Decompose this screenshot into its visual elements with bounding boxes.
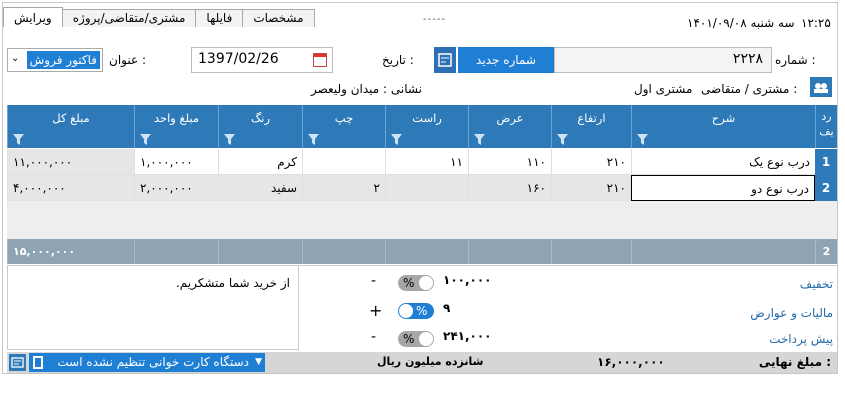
- prepay-minus-button[interactable]: -: [371, 329, 376, 345]
- header-separator: -----: [423, 14, 447, 25]
- discount-minus-button[interactable]: -: [371, 273, 376, 289]
- filter-icon[interactable]: [637, 134, 648, 145]
- customer-value: مشتری اول: [634, 82, 693, 96]
- discount-value[interactable]: ۱۰۰,۰۰۰: [443, 273, 535, 287]
- filter-icon[interactable]: [140, 134, 151, 145]
- cell-color[interactable]: کرم: [218, 149, 302, 175]
- footer-cell: [302, 239, 385, 264]
- cell-right[interactable]: [385, 175, 468, 201]
- discount-label: تخفیف: [799, 277, 833, 291]
- customer-label: مشتری / متقاضی :: [701, 82, 798, 96]
- row-number[interactable]: 1: [815, 149, 837, 175]
- cell-height[interactable]: ۲۱۰: [551, 149, 631, 175]
- filter-icon[interactable]: [224, 134, 235, 145]
- card-reader-icon: [33, 356, 43, 369]
- table-row[interactable]: ۴,۰۰۰,۰۰۰ ۲,۰۰۰,۰۰۰ سفید ۲ ۱۶۰ ۲۱۰ درب ن…: [7, 175, 837, 201]
- cell-unit-price[interactable]: ۲,۰۰۰,۰۰۰: [134, 175, 218, 201]
- settings-icon[interactable]: [9, 354, 26, 371]
- date-field[interactable]: 1397/02/26: [191, 47, 333, 73]
- header-date: سه شنبه ۱۴۰۱/۰۹/۰۸: [687, 16, 795, 30]
- discount-percent-toggle[interactable]: %: [398, 275, 434, 291]
- title-label: عنوان :: [109, 53, 146, 67]
- col-description-header[interactable]: شرح: [631, 105, 815, 148]
- cell-total[interactable]: ۴,۰۰۰,۰۰۰: [7, 175, 134, 201]
- filter-icon[interactable]: [308, 134, 319, 145]
- prepay-label: پیش پرداخت: [769, 332, 833, 346]
- cell-left[interactable]: ۲: [302, 175, 385, 201]
- cell-width[interactable]: ۱۱۰: [468, 149, 551, 175]
- note-text: از خرید شما متشکریم.: [175, 276, 290, 290]
- filter-icon[interactable]: [13, 134, 24, 145]
- col-total-header[interactable]: مبلغ کل: [7, 105, 134, 148]
- tab-strip: ویرایش مشتری/متقاضی/پروژه فایلها مشخصات: [3, 7, 315, 27]
- cell-description[interactable]: درب نوع یک: [631, 149, 815, 175]
- col-color-header[interactable]: رنگ: [218, 105, 302, 148]
- tax-value[interactable]: ۹: [443, 301, 535, 315]
- grid-footer-row: ۱۵,۰۰۰,۰۰۰ 2: [7, 239, 837, 264]
- tax-percent-toggle[interactable]: %: [398, 303, 434, 319]
- title-select[interactable]: فاکتور فروش ⌄: [7, 48, 103, 72]
- cell-total[interactable]: ۱۱,۰۰۰,۰۰۰: [7, 149, 134, 175]
- col-left-header[interactable]: چپ: [302, 105, 385, 148]
- footer-cell: [385, 239, 468, 264]
- number-value: ۲۲۲۸: [732, 51, 763, 67]
- number-field[interactable]: ۲۲۲۸: [554, 47, 772, 73]
- cell-description-active[interactable]: درب نوع دو: [631, 175, 815, 201]
- col-row-number-header: رد یف: [815, 105, 837, 148]
- row-number[interactable]: 2: [815, 175, 837, 201]
- cell-height[interactable]: ۲۱۰: [551, 175, 631, 201]
- tax-label: مالیات و عوارض: [750, 306, 833, 320]
- cell-width[interactable]: ۱۶۰: [468, 175, 551, 201]
- items-grid-header: مبلغ کل مبلغ واحد رنگ چپ راست عرض ارتفاع…: [7, 105, 837, 148]
- col-unit-price-header[interactable]: مبلغ واحد: [134, 105, 218, 148]
- cell-right[interactable]: ۱۱: [385, 149, 468, 175]
- cell-color[interactable]: سفید: [218, 175, 302, 201]
- date-value: 1397/02/26: [198, 51, 279, 67]
- card-reader-status: دستگاه کارت خوانی تنظیم نشده است: [57, 355, 249, 369]
- tab-details[interactable]: مشخصات: [242, 9, 315, 27]
- grid-empty-area: [7, 201, 837, 239]
- filter-icon[interactable]: [557, 134, 568, 145]
- col-width-header[interactable]: عرض: [468, 105, 551, 148]
- tab-edit[interactable]: ویرایش: [3, 7, 63, 27]
- table-row[interactable]: ۱۱,۰۰۰,۰۰۰ ۱,۰۰۰,۰۰۰ کرم ۱۱ ۱۱۰ ۲۱۰ درب …: [7, 149, 837, 175]
- chevron-down-icon: ⌄: [11, 53, 20, 64]
- date-label: تاریخ :: [382, 53, 414, 67]
- prepay-percent-toggle[interactable]: %: [398, 331, 434, 347]
- footer-cell: [631, 239, 815, 264]
- new-number-button[interactable]: شماره جدید: [458, 47, 554, 73]
- note-textarea[interactable]: از خرید شما متشکریم.: [7, 265, 299, 350]
- col-height-header[interactable]: ارتفاع: [551, 105, 631, 148]
- footer-row-count: 2: [815, 239, 837, 264]
- customer-lookup-icon[interactable]: [810, 77, 832, 97]
- footer-cell: [551, 239, 631, 264]
- number-label: شماره :: [775, 53, 816, 67]
- calendar-icon[interactable]: [313, 53, 327, 67]
- final-amount-words: شانزده میلیون ریال: [377, 355, 484, 368]
- header-time: ۱۲:۲۵: [801, 16, 831, 30]
- calculator-icon[interactable]: [434, 47, 456, 73]
- col-right-header[interactable]: راست: [385, 105, 468, 148]
- cell-unit-price[interactable]: ۱,۰۰۰,۰۰۰: [134, 149, 218, 175]
- title-selected-value: فاکتور فروش: [26, 51, 100, 69]
- filter-icon[interactable]: [391, 134, 402, 145]
- invoice-window: ویرایش مشتری/متقاضی/پروژه فایلها مشخصات …: [2, 2, 838, 374]
- footer-cell: [218, 239, 302, 264]
- chevron-down-icon: ▼: [255, 357, 262, 367]
- prepay-value[interactable]: ۲۴۱,۰۰۰: [443, 329, 535, 343]
- address-label: نشانی : میدان ولیعصر: [311, 82, 422, 96]
- filter-icon[interactable]: [474, 134, 485, 145]
- status-bar: مبلغ نهایی : ۱۶,۰۰۰,۰۰۰ شانزده میلیون ری…: [7, 352, 837, 373]
- tax-plus-button[interactable]: +: [369, 301, 382, 320]
- final-amount-label: مبلغ نهایی :: [758, 355, 831, 369]
- footer-total: ۱۵,۰۰۰,۰۰۰: [7, 239, 134, 264]
- footer-cell: [134, 239, 218, 264]
- card-reader-select[interactable]: دستگاه کارت خوانی تنظیم نشده است ▼: [29, 353, 265, 372]
- final-amount-value: ۱۶,۰۰۰,۰۰۰: [597, 355, 665, 369]
- footer-cell: [468, 239, 551, 264]
- cell-left[interactable]: [302, 149, 385, 175]
- tab-customer-project[interactable]: مشتری/متقاضی/پروژه: [61, 9, 197, 27]
- tab-files[interactable]: فایلها: [195, 9, 244, 27]
